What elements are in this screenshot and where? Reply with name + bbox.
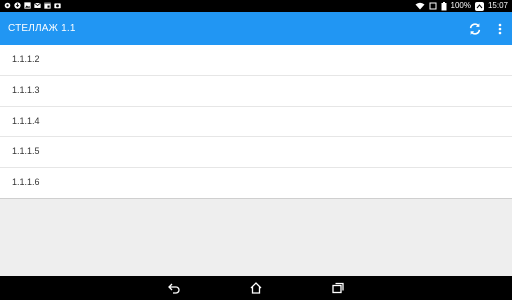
battery-percent: 100%: [450, 1, 471, 10]
app-shortcut-icon: [474, 1, 484, 11]
list-item[interactable]: 1.1.1.6: [0, 168, 512, 199]
list-item-label: 1.1.1.5: [12, 146, 40, 157]
status-bar: 100% 15:07: [0, 0, 512, 12]
recents-icon[interactable]: [331, 281, 345, 295]
list-item[interactable]: 1.1.1.2: [0, 45, 512, 76]
back-icon[interactable]: [167, 281, 181, 295]
sync-status-icon: [429, 2, 436, 10]
shelf-list: 1.1.1.2 1.1.1.3 1.1.1.4 1.1.1.5 1.1.1.6: [0, 45, 512, 199]
home-icon[interactable]: [249, 281, 263, 295]
download-icon: [14, 2, 21, 9]
clock: 15:07: [487, 1, 508, 10]
navigation-bar: [0, 276, 512, 300]
settings-icon: [4, 2, 11, 9]
app-bar: СТЕЛЛАЖ 1.1: [0, 12, 512, 45]
refresh-icon[interactable]: [468, 22, 482, 36]
list-item-label: 1.1.1.2: [12, 54, 40, 64]
system-indicators: 100% 15:07: [415, 0, 508, 12]
list-item[interactable]: 1.1.1.4: [0, 107, 512, 138]
list-item-label: 1.1.1.3: [12, 84, 40, 95]
page-title: СТЕЛЛАЖ 1.1: [8, 23, 76, 34]
list-item-label: 1.1.1.4: [12, 115, 40, 126]
gallery-icon: [24, 2, 31, 9]
list-item[interactable]: 1.1.1.5: [0, 137, 512, 169]
wifi-icon: [415, 2, 424, 10]
calendar-icon: [44, 2, 51, 9]
mail-icon: [34, 2, 41, 8]
notification-icons: [4, 2, 61, 10]
overflow-menu-icon[interactable]: [495, 21, 505, 37]
camera-icon: [54, 3, 61, 9]
list-item-label: 1.1.1.6: [12, 177, 40, 188]
battery-icon: [441, 1, 446, 10]
list-item[interactable]: 1.1.1.3: [0, 76, 512, 107]
